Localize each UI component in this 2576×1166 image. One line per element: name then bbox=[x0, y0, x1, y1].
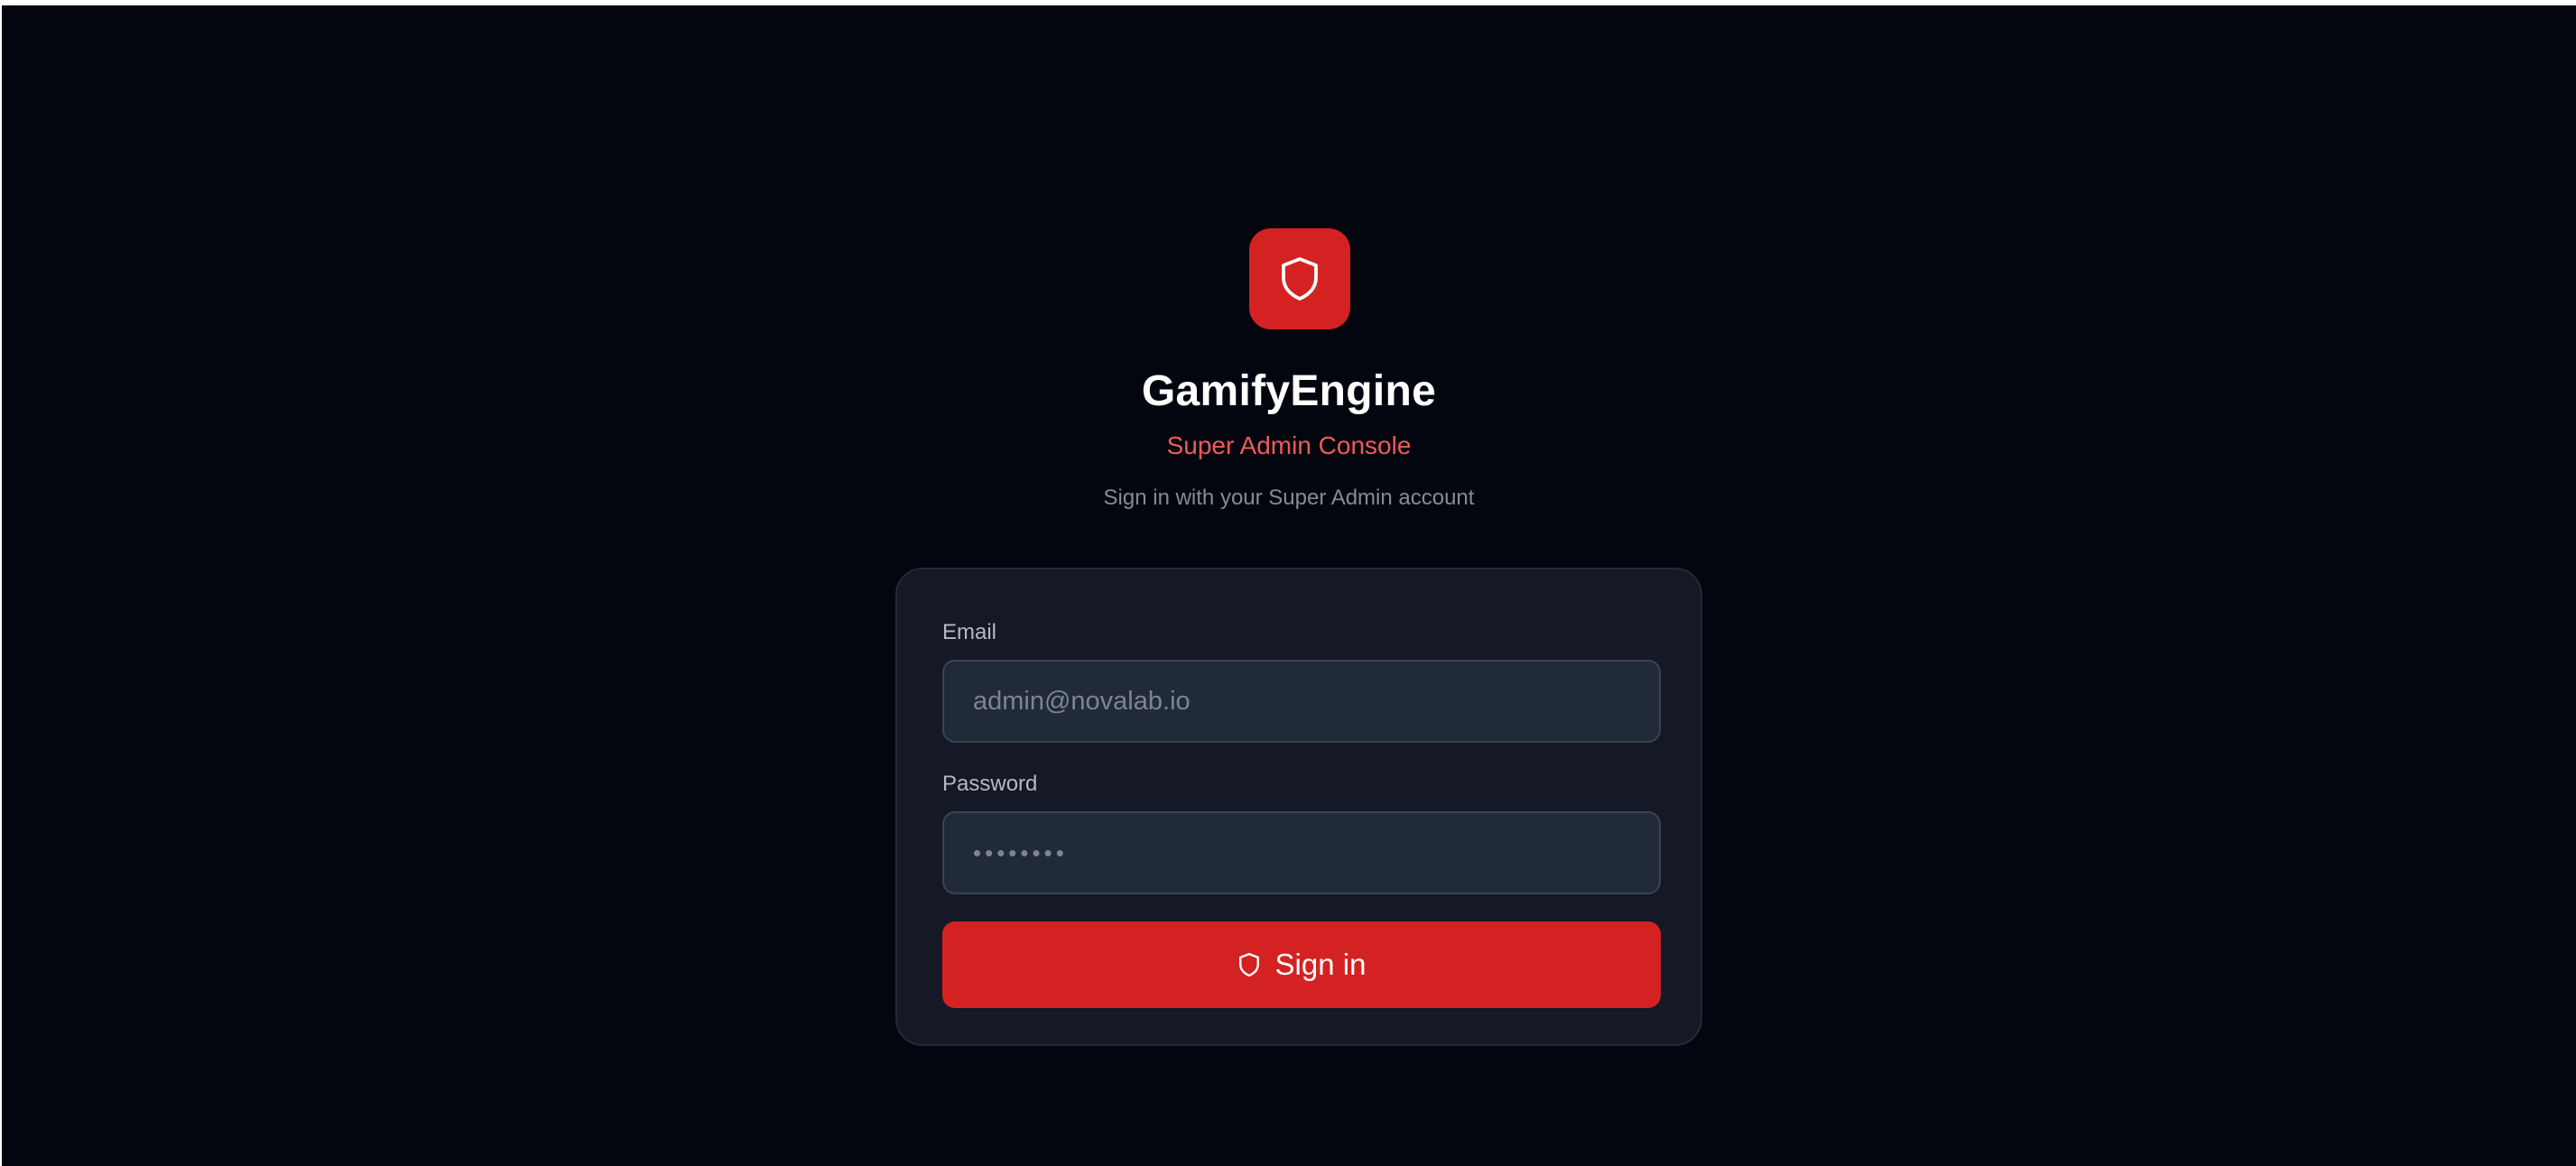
app-subtitle: Super Admin Console bbox=[1166, 431, 1412, 459]
email-placeholder: admin@novalab.io bbox=[973, 686, 1191, 716]
sign-in-label: Sign in bbox=[1274, 948, 1367, 981]
password-label: Password bbox=[942, 772, 1038, 796]
password-field[interactable]: •••••••• bbox=[942, 811, 1661, 894]
email-label: Email bbox=[942, 620, 997, 644]
email-field[interactable]: admin@novalab.io bbox=[942, 660, 1661, 743]
shield-icon bbox=[1238, 952, 1259, 977]
app-logo bbox=[1249, 228, 1350, 329]
shield-icon bbox=[1282, 257, 1318, 301]
login-card: Email admin@novalab.io Password ••••••••… bbox=[895, 568, 1702, 1046]
sign-in-button[interactable]: Sign in bbox=[942, 921, 1661, 1008]
signin-hint: Sign in with your Super Admin account bbox=[1103, 486, 1475, 510]
app-title: GamifyEngine bbox=[1141, 367, 1437, 415]
password-placeholder: •••••••• bbox=[973, 838, 1068, 866]
login-page: GamifyEngine Super Admin Console Sign in… bbox=[2, 5, 2576, 1166]
